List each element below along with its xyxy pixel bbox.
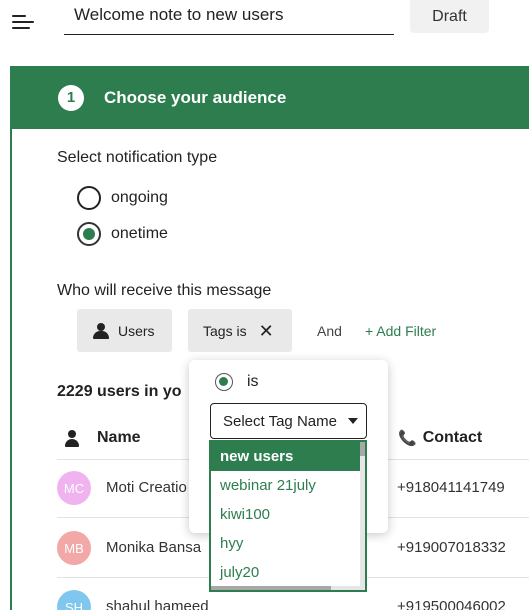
tag-option[interactable]: webinar 21july — [211, 471, 365, 500]
contact-column-header: 📞 Contact — [398, 429, 482, 447]
radio-ongoing[interactable]: ongoing — [77, 186, 168, 210]
tag-options-list[interactable]: new users webinar 21july kiwi100 hyy jul… — [209, 440, 367, 592]
row-name: Monika Bansa — [106, 539, 202, 556]
row-name: Moti Creatio — [106, 479, 187, 496]
close-icon[interactable]: ✕ — [259, 322, 274, 340]
row-contact: +919007018332 — [397, 539, 506, 556]
avatar: MC — [57, 471, 91, 505]
tag-name-select[interactable]: Select Tag Name — [210, 403, 367, 439]
person-icon — [65, 429, 79, 447]
step-header: 1 Choose your audience — [12, 66, 529, 129]
name-column-header: Name — [65, 429, 141, 447]
filter-chip-tags[interactable]: Tags is ✕ — [188, 309, 292, 352]
user-icon — [92, 322, 110, 339]
add-filter-link[interactable]: + Add Filter — [365, 323, 436, 339]
tag-option[interactable]: new users — [211, 442, 365, 471]
radio-onetime-circle[interactable] — [77, 222, 101, 246]
row-name: shahul hameed — [106, 598, 209, 610]
row-contact: +918041141749 — [397, 479, 505, 496]
notification-type-label: Select notification type — [57, 149, 218, 166]
horizontal-scrollbar[interactable] — [211, 586, 365, 590]
notification-title-input[interactable] — [64, 0, 394, 35]
tag-option[interactable]: hyy — [211, 529, 365, 558]
step-number-badge: 1 — [58, 84, 84, 111]
row-contact: +919500046002 — [397, 598, 506, 610]
draft-button[interactable]: Draft — [410, 0, 489, 33]
radio-ongoing-label: ongoing — [111, 189, 168, 206]
operator-is-label: is — [247, 373, 259, 390]
phone-icon: 📞 — [398, 430, 417, 447]
filter-chip-tags-label: Tags is — [203, 322, 247, 339]
avatar: MB — [57, 531, 91, 565]
users-count-label: 2229 users in yo — [57, 383, 182, 400]
vertical-scrollbar[interactable] — [360, 442, 365, 590]
filter-chip-users-label: Users — [118, 322, 155, 339]
radio-onetime[interactable]: onetime — [77, 222, 168, 246]
caret-down-icon — [348, 418, 358, 424]
operator-is-radio-circle[interactable] — [215, 373, 233, 391]
step-title: Choose your audience — [104, 87, 287, 107]
name-header-label: Name — [97, 429, 141, 446]
tag-name-select-label: Select Tag Name — [223, 412, 337, 430]
filter-chip-users[interactable]: Users — [77, 309, 172, 352]
hamburger-menu-icon[interactable] — [12, 12, 34, 30]
avatar: SH — [57, 590, 91, 610]
operator-is-radio[interactable]: is — [215, 373, 259, 391]
tag-option[interactable]: kiwi100 — [211, 500, 365, 529]
radio-onetime-label: onetime — [111, 225, 168, 242]
and-label: And — [317, 323, 342, 339]
radio-ongoing-circle[interactable] — [77, 186, 101, 210]
tag-option[interactable]: july20 — [211, 558, 365, 587]
recipients-label: Who will receive this message — [57, 282, 272, 299]
contact-header-label: Contact — [422, 429, 483, 446]
